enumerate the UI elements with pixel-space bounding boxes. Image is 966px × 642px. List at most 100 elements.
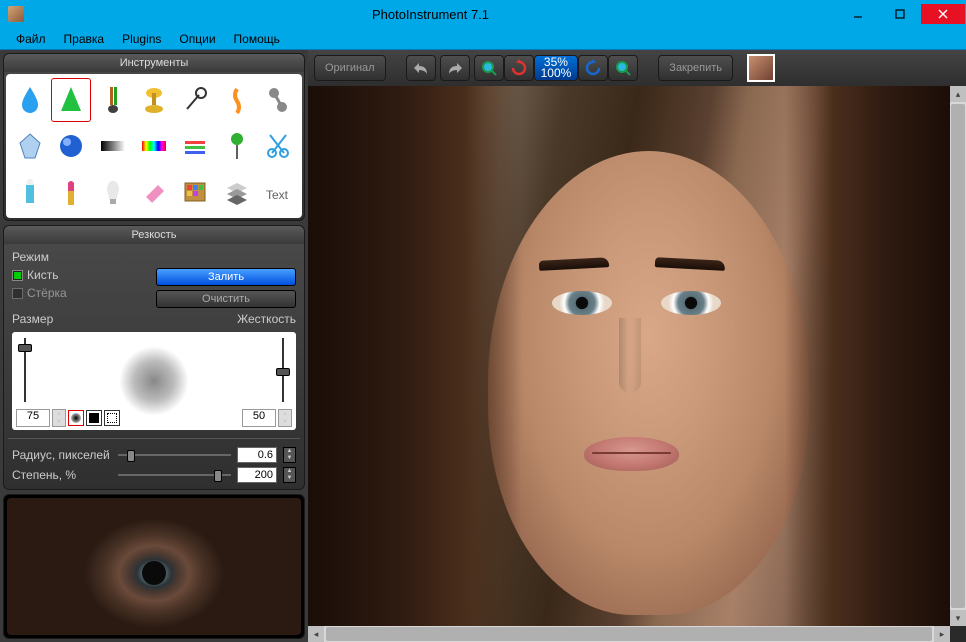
strength-spinner[interactable]: ▲▼ [283, 467, 296, 483]
maximize-button[interactable] [879, 4, 921, 24]
tool-warp[interactable] [217, 78, 256, 122]
canvas-image[interactable] [308, 86, 950, 626]
scroll-down-icon[interactable]: ▾ [950, 610, 966, 626]
brush-preview-icon [119, 346, 189, 416]
horizontal-scrollbar[interactable]: ◂ ▸ [308, 626, 950, 642]
tool-liquify[interactable] [259, 78, 298, 122]
tool-eraser[interactable] [134, 170, 173, 214]
tool-sharpen[interactable] [51, 78, 90, 122]
brush-mode-label: Кисть [27, 268, 58, 282]
scroll-left-icon[interactable]: ◂ [308, 626, 324, 642]
size-slider[interactable] [18, 338, 32, 402]
tool-glue[interactable] [10, 170, 49, 214]
tool-lipstick[interactable] [51, 170, 90, 214]
app-icon [8, 6, 24, 22]
sharpness-header: Резкость [4, 226, 304, 244]
left-panel: Инструменты [0, 50, 308, 642]
eraser-mode-label: Стёрка [27, 286, 67, 300]
zoom-bottom-value: 100% [541, 68, 572, 79]
size-label: Размер [12, 312, 53, 326]
tool-text[interactable]: Text [259, 170, 298, 214]
tool-water-drop[interactable] [10, 78, 49, 122]
radius-label: Радиус, пикселей [12, 448, 112, 462]
tool-dodge[interactable] [176, 78, 215, 122]
canvas-area: Оригинал 35% 100% Закрепить [308, 50, 966, 642]
tool-brush[interactable] [93, 78, 132, 122]
checkbox-off-icon [12, 288, 23, 299]
shape-square[interactable] [86, 410, 102, 426]
vertical-scrollbar[interactable]: ▴ ▾ [950, 86, 966, 626]
tool-gradient[interactable] [93, 124, 132, 168]
zoom-preview-image [7, 498, 301, 635]
tool-levels[interactable] [176, 124, 215, 168]
menu-help[interactable]: Помощь [226, 30, 288, 48]
undo-button[interactable] [406, 55, 436, 81]
sharpness-panel: Резкость Режим Кисть Стёрка Залить Очист… [3, 225, 305, 490]
canvas-viewport[interactable]: ▴ ▾ ◂ ▸ [308, 86, 966, 642]
scroll-up-icon[interactable]: ▴ [950, 86, 966, 102]
titlebar: PhotoInstrument 7.1 [0, 0, 966, 28]
strength-slider[interactable] [118, 468, 231, 482]
chevron-down-icon: ▼ [279, 418, 291, 426]
chevron-up-icon: ▲ [279, 410, 291, 418]
scroll-right-icon[interactable]: ▸ [934, 626, 950, 642]
menu-file[interactable]: Файл [8, 30, 54, 48]
eraser-mode-checkbox[interactable]: Стёрка [12, 286, 146, 300]
checkbox-on-icon [12, 270, 23, 281]
hardness-slider[interactable] [276, 338, 290, 402]
brush-preview-area: 75 ▲▼ 50 ▲▼ [12, 332, 296, 430]
app-body: Инструменты [0, 50, 966, 642]
scroll-thumb-h[interactable] [326, 627, 932, 641]
clear-button[interactable]: Очистить [156, 290, 296, 308]
hardness-label: Жесткость [237, 312, 296, 326]
chevron-down-icon: ▼ [53, 418, 65, 426]
tool-layers[interactable] [217, 170, 256, 214]
radius-spinner[interactable]: ▲▼ [283, 447, 296, 463]
radius-slider[interactable] [118, 448, 231, 462]
tool-scissors[interactable] [259, 124, 298, 168]
tools-panel: Инструменты [3, 53, 305, 221]
mode-label: Режим [12, 250, 146, 264]
rotate-right-button[interactable] [578, 55, 608, 81]
tool-clone-stamp[interactable] [134, 78, 173, 122]
shape-circle-soft[interactable] [68, 410, 84, 426]
tool-pin[interactable] [217, 124, 256, 168]
redo-button[interactable] [440, 55, 470, 81]
tool-mosaic[interactable] [176, 170, 215, 214]
original-button[interactable]: Оригинал [314, 55, 386, 81]
tool-bulb[interactable] [93, 170, 132, 214]
hardness-spinner[interactable]: ▲▼ [278, 409, 292, 427]
tools-grid: Text [6, 74, 302, 218]
svg-text:Text: Text [266, 188, 289, 202]
close-button[interactable] [921, 4, 965, 24]
menu-options[interactable]: Опции [171, 30, 223, 48]
pin-button[interactable]: Закрепить [658, 55, 733, 81]
zoom-out-button[interactable] [474, 55, 504, 81]
document-thumbnail[interactable] [747, 54, 775, 82]
size-input[interactable]: 75 [16, 409, 50, 427]
rotate-button[interactable] [504, 55, 534, 81]
hardness-input[interactable]: 50 [242, 409, 276, 427]
menubar: Файл Правка Plugins Опции Помощь [0, 28, 966, 50]
scroll-thumb-v[interactable] [951, 104, 965, 608]
menu-edit[interactable]: Правка [56, 30, 113, 48]
canvas-toolbar: Оригинал 35% 100% Закрепить [308, 50, 966, 86]
brush-shape-selector [68, 410, 120, 426]
window-controls [837, 4, 965, 24]
brush-mode-checkbox[interactable]: Кисть [12, 268, 146, 282]
zoom-cluster: 35% 100% [474, 55, 639, 81]
fill-button[interactable]: Залить [156, 268, 296, 286]
strength-input[interactable]: 200 [237, 467, 277, 483]
tool-crystal[interactable] [10, 124, 49, 168]
strength-label: Степень, % [12, 468, 112, 482]
zoom-in-button[interactable] [608, 55, 638, 81]
shape-dotted[interactable] [104, 410, 120, 426]
radius-input[interactable]: 0.6 [237, 447, 277, 463]
menu-plugins[interactable]: Plugins [114, 30, 169, 48]
minimize-button[interactable] [837, 4, 879, 24]
size-spinner[interactable]: ▲▼ [52, 409, 66, 427]
chevron-up-icon: ▲ [53, 410, 65, 418]
tool-color-ball[interactable] [51, 124, 90, 168]
tool-hue[interactable] [134, 124, 173, 168]
zoom-display[interactable]: 35% 100% [534, 55, 579, 81]
